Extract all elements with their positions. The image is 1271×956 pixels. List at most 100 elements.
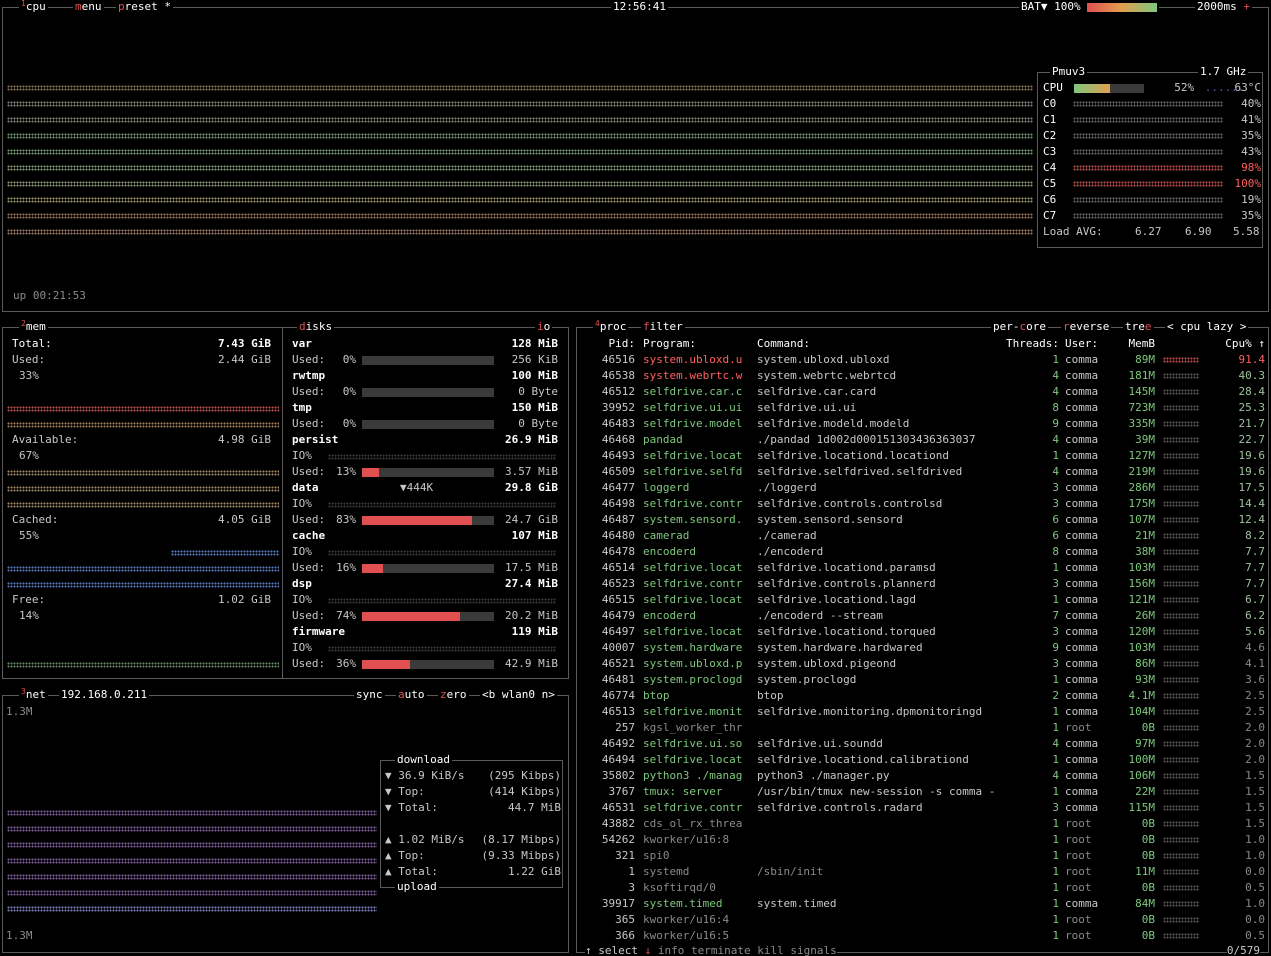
table-row[interactable]: 46515 selfdrive.locat selfdrive.locationd.…: [581, 592, 1265, 608]
col-threads[interactable]: Threads:: [995, 336, 1059, 352]
disk-row[interactable]: rwtmp 100 MiB: [292, 368, 558, 384]
table-row[interactable]: 46521 system.ubloxd.p system.ubloxd.pigeon…: [581, 656, 1265, 672]
table-row[interactable]: 46487 system.sensord. system.sensord.senso…: [581, 512, 1265, 528]
proc-cpu: 25.3: [1238, 401, 1266, 414]
cpu-core-pct: 98%: [1241, 161, 1261, 174]
table-row[interactable]: 46479 encoderd ./encoderd --stream 7 comma 26…: [581, 608, 1265, 624]
table-row[interactable]: 46498 selfdrive.contr selfdrive.controls.c…: [581, 496, 1265, 512]
mem-tab[interactable]: 2mem: [19, 319, 48, 335]
table-row[interactable]: 46481 system.proclogd system.proclogd 1 comm…: [581, 672, 1265, 688]
kill-button[interactable]: kill: [757, 944, 784, 956]
col-pid[interactable]: Pid:: [581, 336, 636, 352]
info-button[interactable]: info: [658, 944, 685, 956]
col-mem[interactable]: MemB: [1111, 336, 1156, 352]
update-interval[interactable]: 2000ms +: [1195, 0, 1252, 15]
table-row[interactable]: 46493 selfdrive.locat selfdrive.locationd.…: [581, 448, 1265, 464]
table-row[interactable]: 39917 system.timed system.timed 1 comma 84M 1.…: [581, 896, 1265, 912]
col-user[interactable]: User:: [1059, 336, 1111, 352]
disk-used: Used: 83% 24.7 GiB: [292, 513, 558, 526]
proc-cpu-graph: [1163, 757, 1199, 763]
disk-row[interactable]: firmware 119 MiB: [292, 624, 558, 640]
proc-program: kworker/u16:4: [643, 913, 730, 926]
disk-row[interactable]: cache 107 MiB: [292, 528, 558, 544]
net-sync-toggle[interactable]: sync: [354, 687, 385, 703]
disk-size: 27.4 MiB: [505, 577, 558, 590]
table-row[interactable]: 46513 selfdrive.monit selfdrive.monitoring…: [581, 704, 1265, 720]
signals-button[interactable]: signals: [790, 944, 836, 956]
cpu-core-label: C1: [1043, 113, 1057, 126]
table-row[interactable]: 39952 selfdrive.ui.ui selfdrive.ui.ui 8 comm…: [581, 400, 1265, 416]
table-row[interactable]: 46538 system.webrtc.w system.webrtc.webrtc…: [581, 368, 1265, 384]
disks-tab[interactable]: disks: [297, 319, 335, 335]
io-toggle[interactable]: io: [535, 319, 553, 335]
proc-cpu-graph: [1163, 389, 1199, 395]
sort-select[interactable]: < cpu lazy >: [1165, 319, 1249, 335]
table-row[interactable]: 43882 cds_ol_rx_threa 1 root 0B 1.5: [581, 816, 1265, 832]
table-row[interactable]: 35802 python3 ./manag python3 ./manager.py…: [581, 768, 1265, 784]
table-row[interactable]: 365 kworker/u16:4 1 root 0B 0.0: [581, 912, 1265, 928]
table-row[interactable]: 46497 selfdrive.locat selfdrive.locationd.…: [581, 624, 1265, 640]
table-row[interactable]: 46509 selfdrive.selfd selfdrive.selfdrived…: [581, 464, 1265, 480]
table-row[interactable]: 3 ksoftirqd/0 1 root 0B 0.5: [581, 880, 1265, 896]
table-row[interactable]: 46523 selfdrive.contr selfdrive.controls.p…: [581, 576, 1265, 592]
proc-mem: 93M: [1135, 673, 1155, 686]
table-row[interactable]: 366 kworker/u16:5 1 root 0B 0.5: [581, 928, 1265, 944]
col-command[interactable]: Command:: [757, 336, 995, 352]
table-row[interactable]: 46514 selfdrive.locat selfdrive.locationd.…: [581, 560, 1265, 576]
proc-mem: 86M: [1135, 657, 1155, 670]
table-row[interactable]: 321 spi0 1 root 0B 1.0: [581, 848, 1265, 864]
disk-row[interactable]: data ▼444K 29.8 GiB: [292, 480, 558, 496]
mem-free-label: Free:: [12, 593, 46, 606]
table-row[interactable]: 46494 selfdrive.locat selfdrive.locationd.…: [581, 752, 1265, 768]
proc-pid: 46487: [601, 513, 635, 526]
table-row[interactable]: 54262 kworker/u16:8 1 root 0B 1.0: [581, 832, 1265, 848]
menu-tab[interactable]: menu: [73, 0, 104, 15]
table-row[interactable]: 46492 selfdrive.ui.so selfdrive.ui.soundd 4…: [581, 736, 1265, 752]
proc-cpu-graph: [1163, 725, 1199, 731]
proc-command: selfdrive.modeld.modeld: [757, 417, 910, 430]
table-row[interactable]: 46483 selfdrive.model selfdrive.modeld.mod…: [581, 416, 1265, 432]
table-row[interactable]: 40007 system.hardware system.hardware.hard…: [581, 640, 1265, 656]
net-zero-toggle[interactable]: zero: [438, 687, 469, 703]
col-cpu[interactable]: Cpu% ↑: [1209, 336, 1265, 352]
reverse-toggle[interactable]: reverse: [1061, 319, 1112, 335]
disk-row[interactable]: tmp 150 MiB: [292, 400, 558, 416]
proc-mem: 39M: [1135, 433, 1155, 446]
net-auto-toggle[interactable]: auto: [396, 687, 427, 703]
disk-name: data: [292, 481, 319, 494]
select-button[interactable]: ↑ select ↓: [585, 944, 651, 956]
proc-command: selfdrive.car.card: [757, 385, 877, 398]
proc-threads: 1: [1052, 753, 1059, 766]
cpu-tab[interactable]: 1cpu: [19, 0, 48, 15]
table-row[interactable]: 46516 system.ubloxd.u system.ubloxd.ubloxd…: [581, 352, 1265, 368]
process-table: Pid: Program: Command: Threads: User: Me…: [581, 336, 1265, 944]
table-row[interactable]: 46531 selfdrive.contr selfdrive.controls.r…: [581, 800, 1265, 816]
table-row[interactable]: 46468 pandad ./pandad 1d002d00015130343636…: [581, 432, 1265, 448]
table-row[interactable]: 46478 encoderd ./encoderd 8 comma 38M 7.7: [581, 544, 1265, 560]
proc-tab[interactable]: 4proc: [593, 319, 629, 335]
disk-row[interactable]: dsp 27.4 MiB: [292, 576, 558, 592]
col-program[interactable]: Program:: [635, 336, 757, 352]
terminate-button[interactable]: terminate: [691, 944, 751, 956]
table-row[interactable]: 46512 selfdrive.car.c selfdrive.car.card 4 c…: [581, 384, 1265, 400]
net-tab[interactable]: 3net: [19, 687, 48, 703]
table-row[interactable]: 257 kgsl_worker_thr 1 root 0B 2.0: [581, 720, 1265, 736]
table-row[interactable]: 46480 camerad ./camerad 6 comma 21M 8.2: [581, 528, 1265, 544]
table-row[interactable]: 46774 btop btop 2 comma 4.1M 2.5: [581, 688, 1265, 704]
proc-cpu: 17.5: [1238, 481, 1266, 494]
mem-free: 1.02 GiB: [218, 593, 271, 606]
proc-command: selfdrive.selfdrived.selfdrived: [757, 465, 963, 478]
disk-row[interactable]: var 128 MiB: [292, 336, 558, 352]
tree-toggle[interactable]: tree: [1123, 319, 1154, 335]
proc-cpu: 2.0: [1245, 737, 1265, 750]
per-core-toggle[interactable]: per-core: [991, 319, 1048, 335]
proc-filter[interactable]: filter: [641, 319, 685, 335]
table-row[interactable]: 1 systemd/sbin/init 1 root 11M 0.0: [581, 864, 1265, 880]
preset-tab[interactable]: preset *: [116, 0, 173, 15]
table-row[interactable]: 46477 loggerd ./loggerd 3 comma 286M 17.5: [581, 480, 1265, 496]
net-iface-select[interactable]: <b wlan0 n>: [480, 687, 557, 703]
proc-user: root: [1065, 833, 1092, 846]
disk-row[interactable]: persist 26.9 MiB: [292, 432, 558, 448]
table-row[interactable]: 3767 tmux: server/usr/bin/tmux new-sessio…: [581, 784, 1266, 800]
proc-mem: 0B: [1141, 817, 1155, 830]
